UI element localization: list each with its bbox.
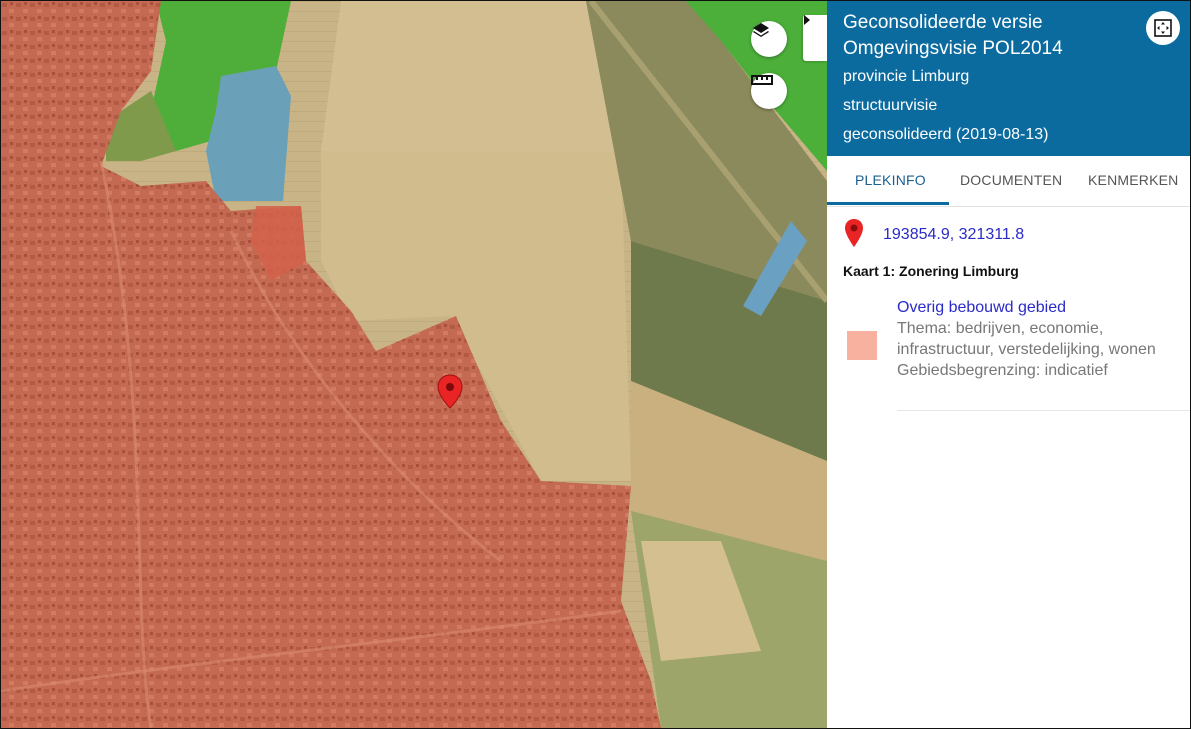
coordinates-link[interactable]: 193854.9, 321311.8 [883,226,1024,244]
feature-name-link[interactable]: Overig bebouwd gebied [897,297,1190,318]
tab-kenmerken[interactable]: KENMERKEN [1088,172,1178,188]
measure-button[interactable] [751,73,787,109]
active-tab-indicator [827,202,949,205]
feature-info: Overig bebouwd gebied Thema: bedrijven, … [897,297,1190,381]
map-canvas[interactable] [1,1,827,728]
feature-begrenzing: Gebiedsbegrenzing: indicatief [897,362,1108,379]
tab-documenten[interactable]: DOCUMENTEN [960,172,1062,188]
layers-icon [753,23,769,37]
plan-title: Geconsolideerde versie Omgevingsvisie PO… [843,12,1063,59]
info-panel: Geconsolideerde versie Omgevingsvisie PO… [827,1,1190,728]
panel-header: Geconsolideerde versie Omgevingsvisie PO… [827,1,1190,156]
legend-swatch [847,331,877,360]
plan-status: geconsolideerd (2019-08-13) [843,126,1049,143]
panel-tabs: PLEKINFO DOCUMENTEN KENMERKEN [827,156,1190,207]
kaart-title: Kaart 1: Zonering Limburg [843,263,1019,279]
divider [897,410,1190,411]
layers-button[interactable] [751,21,787,57]
tab-plekinfo[interactable]: PLEKINFO [855,172,926,188]
fullscreen-button[interactable] [1146,11,1180,45]
plan-organisation: provincie Limburg [843,68,970,85]
ruler-icon [751,75,773,85]
app-frame: Geconsolideerde versie Omgevingsvisie PO… [0,0,1191,729]
fullscreen-icon [1154,19,1172,37]
location-pin-icon [844,218,864,253]
feature-thema: Thema: bedrijven, economie, infrastructu… [897,320,1156,358]
map-view[interactable] [1,1,827,728]
collapse-panel-button[interactable] [803,15,827,61]
plan-type: structuurvisie [843,97,938,114]
caret-right-icon [804,15,810,25]
